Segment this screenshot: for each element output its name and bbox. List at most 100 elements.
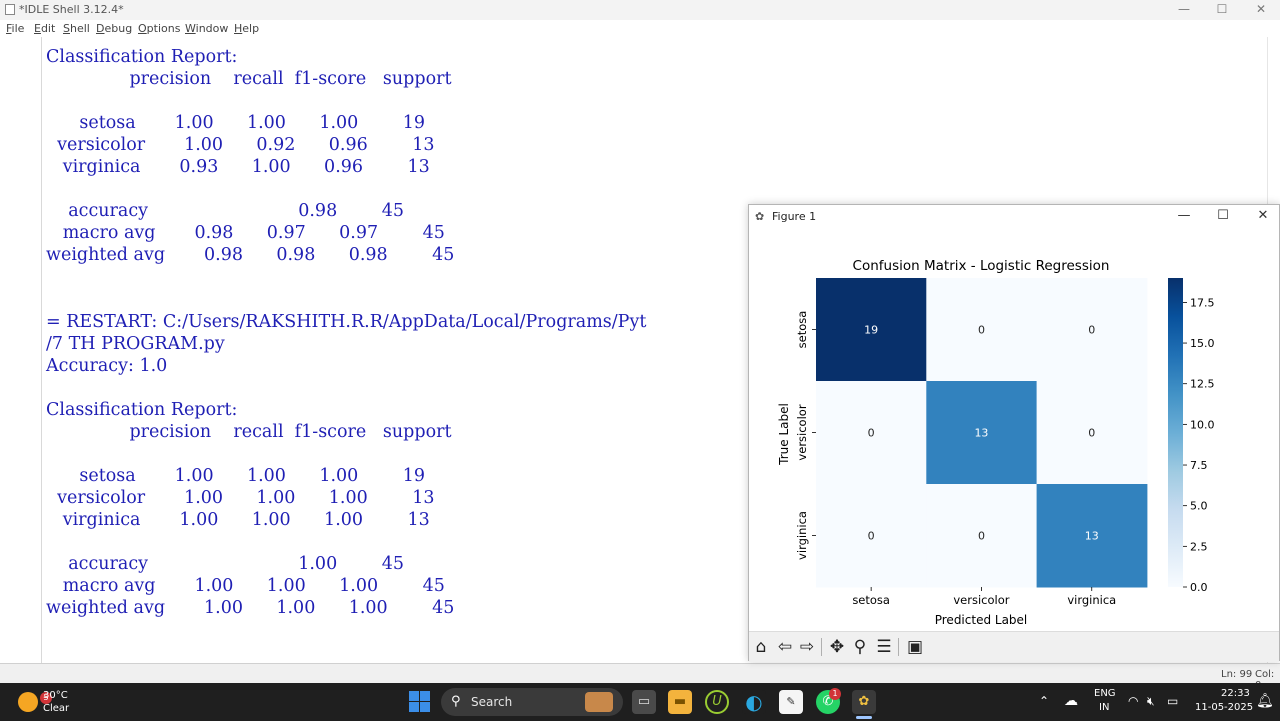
y-axis-label: True Label: [777, 403, 791, 466]
zoom-tool-icon[interactable]: ⚲: [850, 638, 870, 656]
notepad-icon[interactable]: ✎: [779, 690, 803, 714]
menu-window[interactable]: Window: [185, 22, 228, 35]
language-lang[interactable]: ENG: [1094, 688, 1116, 699]
weather-condition: Clear: [43, 703, 70, 714]
battery-icon[interactable]: ▭: [1167, 694, 1178, 708]
menu-debug[interactable]: Debug: [96, 22, 132, 35]
clock-date[interactable]: 11-05-2025: [1195, 702, 1253, 713]
toolbar-separator: [821, 638, 822, 656]
x-axis-label: Predicted Label: [935, 613, 1028, 627]
x-tick-label: versicolor: [953, 593, 1009, 607]
heatmap-cell-label: 13: [1085, 530, 1099, 543]
figure-title: Figure 1: [772, 210, 817, 223]
search-label: Search: [471, 695, 513, 709]
shell-line: versicolor 1.00 1.00 1.00 13: [46, 487, 435, 508]
volume-icon[interactable]: 🔇︎: [1147, 694, 1155, 709]
heatmap-cell-label: 0: [978, 324, 985, 337]
weather-sun-icon: [18, 692, 38, 712]
menu-shell[interactable]: Shell: [63, 22, 90, 35]
menu-options[interactable]: Options: [138, 22, 180, 35]
taskbar-search[interactable]: ⚲ Search: [441, 688, 623, 716]
colorbar-tick-label: 0.0: [1190, 581, 1208, 594]
matplotlib-icon: ✿: [755, 210, 765, 223]
shell-line: = RESTART: C:/Users/RAKSHITH.R.R/AppData…: [46, 311, 647, 332]
idle-window-title: *IDLE Shell 3.12.4*: [19, 3, 124, 16]
status-bar: Ln: 99 Col: 0: [0, 663, 1280, 691]
minimize-button[interactable]: —: [1165, 0, 1203, 20]
taskbar: 5 30°C Clear ⚲ Search ▭ ▬ U ◐ ✎ ✆ 1 ✿ ⌃ …: [0, 683, 1280, 721]
shell-output[interactable]: Classification Report: precision recall …: [46, 46, 646, 619]
save-tool-icon[interactable]: ▣: [905, 638, 925, 656]
wifi-icon[interactable]: ◠: [1128, 694, 1138, 708]
line-gutter: [0, 37, 42, 663]
heatmap-cell-label: 0: [1088, 324, 1095, 337]
task-view-icon[interactable]: ▭: [632, 690, 656, 714]
heatmap-cell-label: 19: [864, 324, 878, 337]
forward-tool-icon[interactable]: ⇨: [797, 638, 817, 656]
clock-time[interactable]: 22:33: [1221, 688, 1250, 699]
configure-tool-icon[interactable]: ☰: [874, 638, 894, 656]
shell-line: versicolor 1.00 0.92 0.96 13: [46, 135, 435, 156]
figure-close-button[interactable]: ✕: [1243, 205, 1280, 227]
weather-widget[interactable]: 5 30°C Clear: [14, 688, 104, 716]
close-button[interactable]: ✕: [1242, 0, 1280, 20]
figure-title-bar: ✿ Figure 1 — ☐ ✕: [749, 205, 1279, 227]
colorbar-tick-label: 5.0: [1190, 500, 1208, 513]
shell-line: weighted avg 0.98 0.98 0.98 45: [46, 245, 455, 266]
colorbar-tick-label: 7.5: [1190, 459, 1208, 472]
figure-maximize-button[interactable]: ☐: [1203, 205, 1243, 227]
figure-window: ✿ Figure 1 — ☐ ✕ Confusion Matrix - Logi…: [748, 204, 1280, 662]
home-tool-icon[interactable]: ⌂: [751, 638, 771, 656]
colorbar-tick-label: 17.5: [1190, 296, 1215, 309]
figure-minimize-button[interactable]: —: [1164, 205, 1204, 227]
shell-line: setosa 1.00 1.00 1.00 19: [46, 465, 426, 486]
chart-title: Confusion Matrix - Logistic Regression: [853, 258, 1110, 274]
shell-line: accuracy 0.98 45: [46, 201, 404, 222]
heatmap-cell-label: 0: [1088, 427, 1095, 440]
chevron-up-icon[interactable]: ⌃: [1039, 694, 1049, 708]
confusion-matrix-chart: Confusion Matrix - Logistic Regression 1…: [777, 258, 1215, 627]
x-tick-label: virginica: [1067, 593, 1116, 607]
shell-line: Classification Report:: [46, 399, 238, 420]
colorbar-tick-label: 15.0: [1190, 337, 1215, 350]
figure-toolbar: ⌂ ⇦ ⇨ ✥ ⚲ ☰ ▣: [749, 631, 1279, 662]
whatsapp-badge: 1: [829, 688, 841, 700]
status-line: Ln: 99: [1221, 669, 1253, 680]
shell-line: virginica 0.93 1.00 0.96 13: [46, 157, 430, 178]
upwork-icon[interactable]: U: [705, 690, 729, 714]
shell-line: /7 TH PROGRAM.py: [46, 333, 225, 354]
heatmap-cell-label: 0: [978, 530, 985, 543]
file-explorer-icon[interactable]: ▬: [668, 690, 692, 714]
shell-line: Accuracy: 1.0: [46, 355, 168, 376]
matplotlib-taskbar-icon[interactable]: ✿: [852, 690, 876, 714]
y-tick-label: versicolor: [795, 404, 809, 460]
shell-line: macro avg 0.98 0.97 0.97 45: [46, 223, 445, 244]
back-tool-icon[interactable]: ⇦: [775, 638, 795, 656]
start-button[interactable]: [409, 691, 431, 713]
pan-tool-icon[interactable]: ✥: [827, 638, 847, 656]
menu-help[interactable]: Help: [234, 22, 259, 35]
shell-line: Classification Report:: [46, 47, 238, 67]
edge-browser-icon[interactable]: ◐: [742, 690, 766, 714]
onedrive-cloud-icon[interactable]: ☁: [1064, 693, 1078, 709]
shell-line: precision recall f1-score support: [46, 421, 452, 442]
colorbar: [1168, 278, 1183, 587]
menu-edit[interactable]: Edit: [34, 22, 55, 35]
maximize-button[interactable]: ☐: [1203, 0, 1241, 20]
colorbar-tick-label: 12.5: [1190, 378, 1215, 391]
colorbar-tick-label: 2.5: [1190, 540, 1208, 553]
heatmap-cell-label: 0: [868, 427, 875, 440]
heatmap-cell-label: 13: [974, 427, 988, 440]
menu-file[interactable]: File: [6, 22, 24, 35]
shell-line: macro avg 1.00 1.00 1.00 45: [46, 576, 445, 597]
notification-bell-icon[interactable]: 🔔︎: [1256, 693, 1274, 709]
language-region[interactable]: IN: [1099, 702, 1109, 713]
search-highlight-icon: [585, 692, 613, 712]
